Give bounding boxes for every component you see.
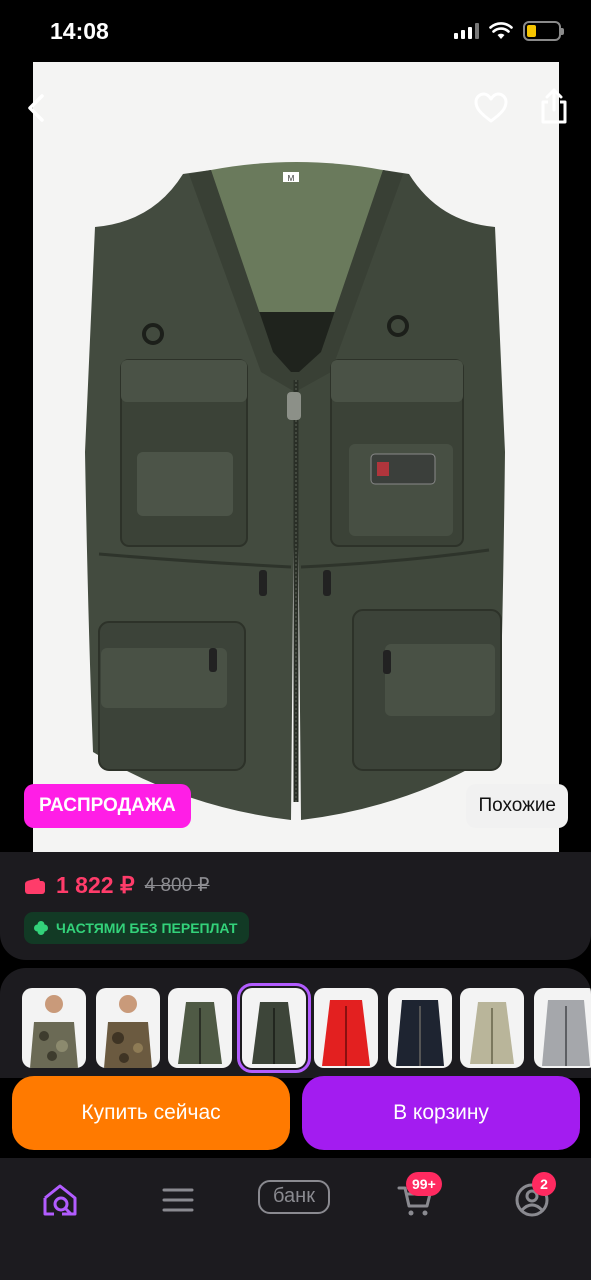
status-icons xyxy=(454,21,564,41)
status-time: 14:08 xyxy=(50,18,109,44)
variant-thumb-dark-green[interactable] xyxy=(237,983,311,1073)
plus-icon xyxy=(34,921,48,935)
price-panel: 1 822 ₽ 4 800 ₽ ЧАСТЯМИ БЕЗ ПЕРЕПЛАТ xyxy=(0,852,591,960)
installment-badge[interactable]: ЧАСТЯМИ БЕЗ ПЕРЕПЛАТ xyxy=(24,912,250,944)
installment-label: ЧАСТЯМИ БЕЗ ПЕРЕПЛАТ xyxy=(56,920,238,936)
heart-icon[interactable] xyxy=(472,90,510,126)
product-gallery[interactable]: M РАСПРОДАЖА Похожие xyxy=(0,62,591,852)
variant-thumb-camo-1[interactable] xyxy=(22,988,86,1068)
wifi-icon xyxy=(489,22,513,39)
cellular-signal-icon xyxy=(454,23,479,39)
buy-now-button[interactable]: Купить сейчас xyxy=(12,1076,290,1150)
bank-nav-item[interactable]: банк xyxy=(258,1180,330,1214)
price-current: 1 822 ₽ xyxy=(56,872,135,898)
share-icon[interactable] xyxy=(538,86,570,126)
cart-count-badge: 99+ xyxy=(406,1172,442,1196)
variant-thumb-olive[interactable] xyxy=(168,988,232,1068)
wallet-icon xyxy=(25,877,45,894)
price-old: 4 800 ₽ xyxy=(144,875,210,896)
product-photo-vest[interactable]: M xyxy=(33,62,559,852)
variant-thumb-grey[interactable] xyxy=(534,988,591,1068)
similar-products-button[interactable]: Похожие xyxy=(466,784,568,828)
vest-size-tag: M xyxy=(288,174,295,183)
add-to-cart-button[interactable]: В корзину xyxy=(302,1076,580,1150)
back-icon[interactable] xyxy=(22,90,52,126)
variant-thumb-red[interactable] xyxy=(314,988,378,1068)
variant-thumb-navy[interactable] xyxy=(388,988,452,1068)
bottom-navigation: банк 99+ 2 xyxy=(0,1158,591,1280)
menu-icon[interactable] xyxy=(158,1180,198,1220)
price-row: 1 822 ₽ 4 800 ₽ xyxy=(24,872,210,899)
battery-icon xyxy=(523,21,564,41)
variant-thumb-camo-2[interactable] xyxy=(96,988,160,1068)
profile-notification-badge: 2 xyxy=(532,1172,556,1196)
home-search-icon[interactable] xyxy=(40,1180,80,1220)
status-bar: 14:08 xyxy=(0,0,591,62)
variant-selector xyxy=(0,968,591,1078)
variant-thumb-khaki[interactable] xyxy=(460,988,524,1068)
sale-badge: РАСПРОДАЖА xyxy=(24,784,191,828)
